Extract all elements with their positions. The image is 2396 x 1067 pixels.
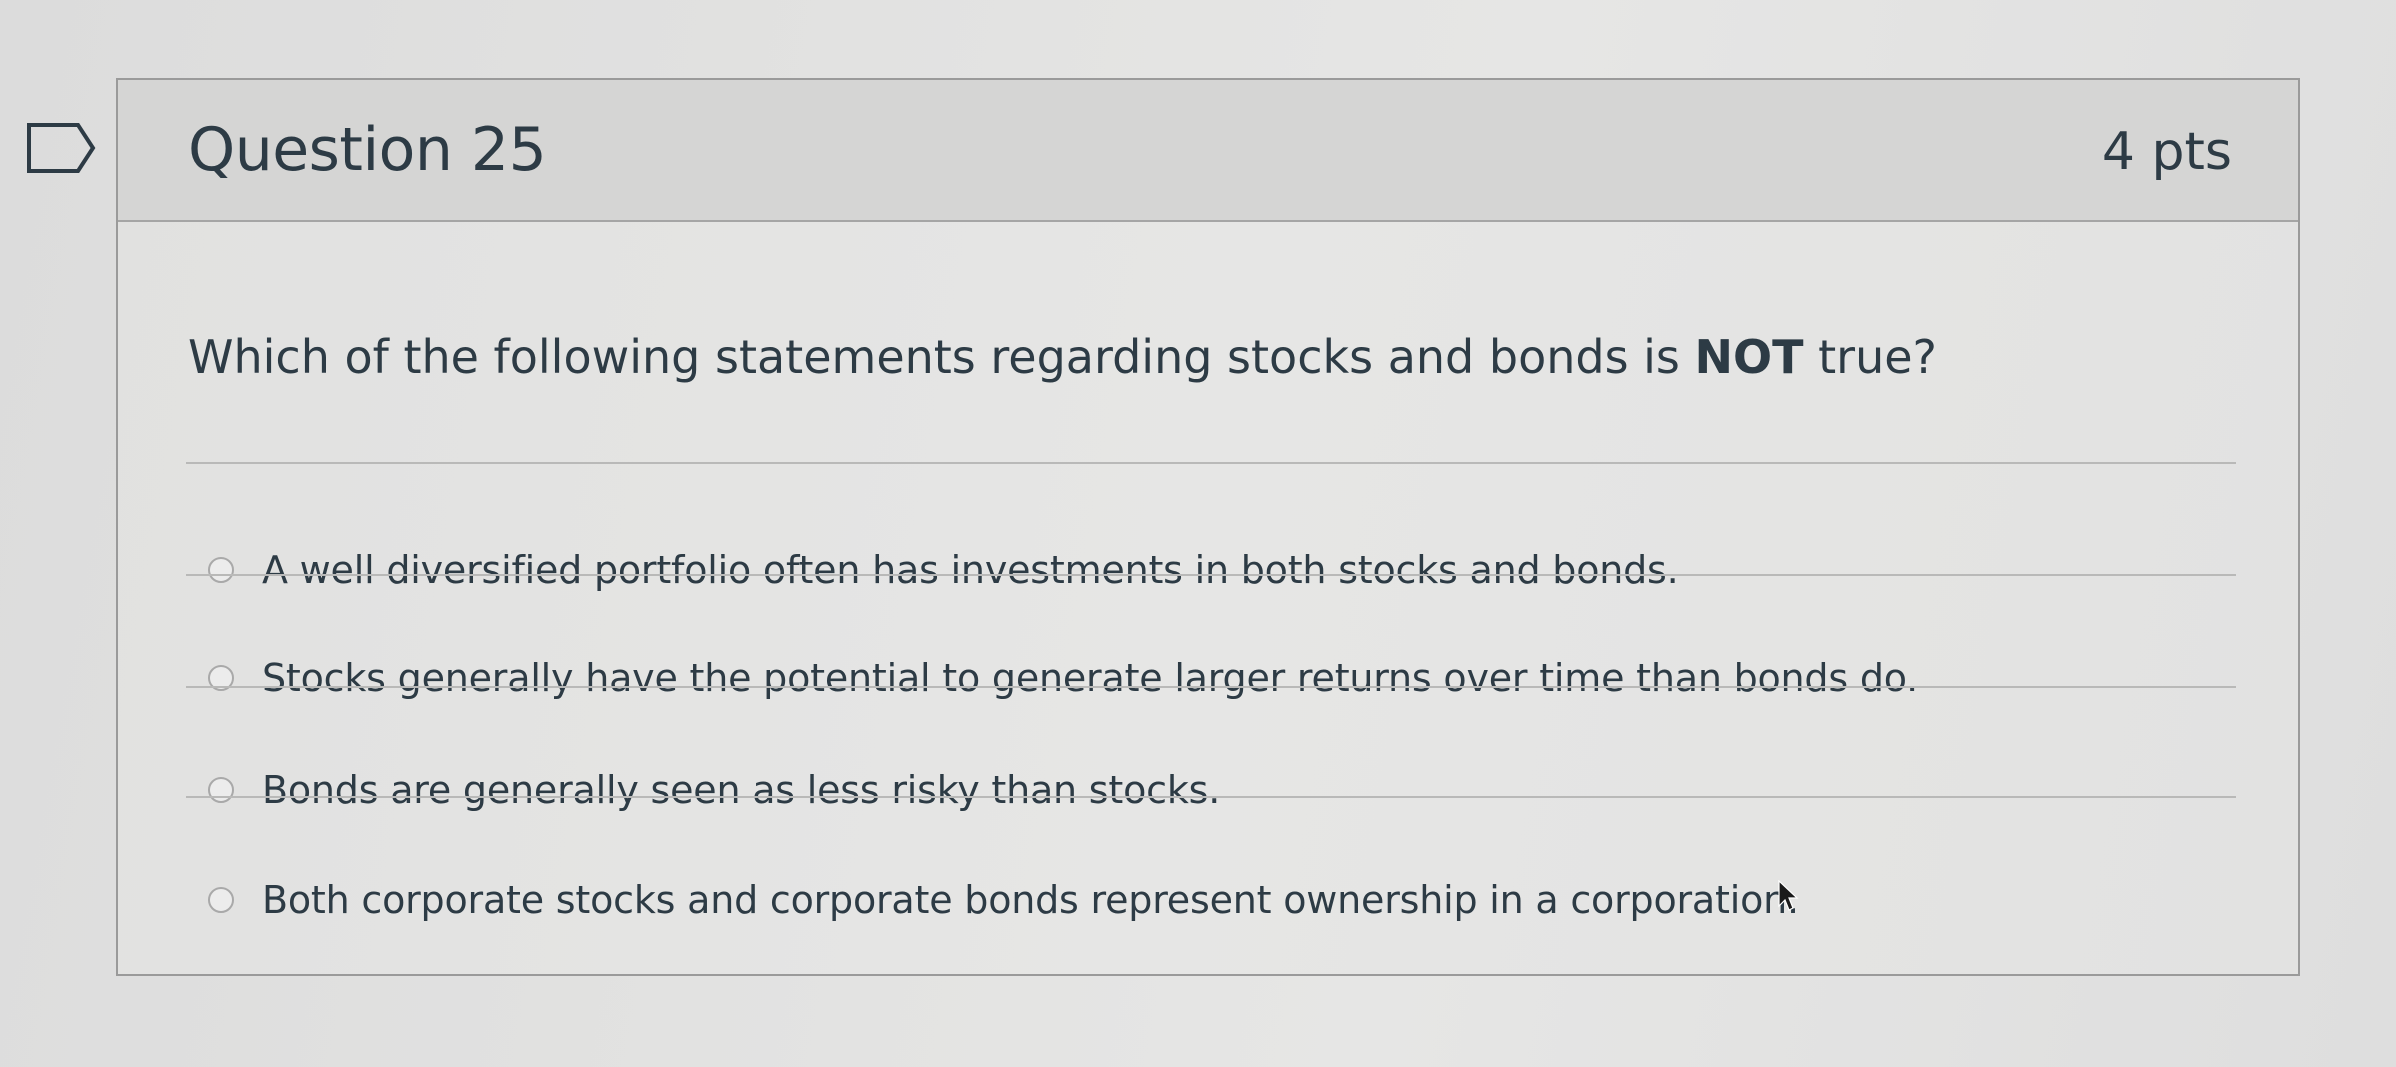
answer-option-4[interactable]: Both corporate stocks and corporate bond… bbox=[208, 860, 1799, 940]
answer-label: A well diversified portfolio often has i… bbox=[262, 548, 1679, 592]
mouse-pointer-icon bbox=[1778, 880, 1799, 911]
answer-option-2[interactable]: Stocks generally have the potential to g… bbox=[208, 638, 1918, 718]
answer-option-3[interactable]: Bonds are generally seen as less risky t… bbox=[208, 750, 1220, 830]
question-text: Which of the following statements regard… bbox=[188, 328, 1937, 386]
question-points: 4 pts bbox=[2101, 122, 2232, 182]
radio-button-icon[interactable] bbox=[208, 887, 234, 913]
answers-divider bbox=[186, 462, 2236, 464]
question-header: Question 25 4 pts bbox=[118, 80, 2298, 222]
question-card: Question 25 4 pts Which of the following… bbox=[116, 78, 2300, 976]
answer-divider bbox=[186, 686, 2236, 688]
answer-option-1[interactable]: A well diversified portfolio often has i… bbox=[208, 530, 1679, 610]
answer-label: Both corporate stocks and corporate bond… bbox=[262, 878, 1799, 922]
question-text-suffix: true? bbox=[1803, 330, 1937, 384]
answer-divider bbox=[186, 796, 2236, 798]
question-title: Question 25 bbox=[188, 115, 547, 185]
question-text-prefix: Which of the following statements regard… bbox=[188, 330, 1695, 384]
flag-question-icon[interactable] bbox=[26, 122, 96, 174]
answer-label: Stocks generally have the potential to g… bbox=[262, 656, 1919, 700]
answer-label: Bonds are generally seen as less risky t… bbox=[262, 768, 1221, 812]
radio-button-icon[interactable] bbox=[208, 557, 234, 583]
question-text-emphasis: NOT bbox=[1694, 330, 1804, 384]
radio-button-icon[interactable] bbox=[208, 777, 234, 803]
answer-divider bbox=[186, 574, 2236, 576]
